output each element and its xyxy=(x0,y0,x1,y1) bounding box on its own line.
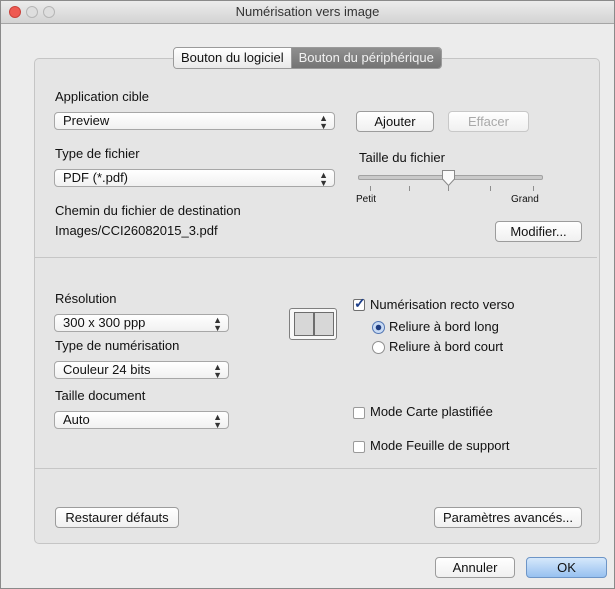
long-edge-radio[interactable] xyxy=(372,321,385,334)
target-app-select[interactable]: Preview ▲ ▼ xyxy=(54,112,335,131)
duplex-pages-icon xyxy=(289,308,337,340)
resolution-select[interactable]: 300 x 300 ppp ▲ ▼ xyxy=(54,314,229,333)
file-type-label: Type de fichier xyxy=(55,146,140,161)
long-edge-label: Reliure à bord long xyxy=(389,319,499,334)
slider-tick xyxy=(533,186,534,191)
file-size-label: Taille du fichier xyxy=(359,150,445,165)
modify-path-button[interactable]: Modifier... xyxy=(495,221,582,242)
document-size-value: Auto xyxy=(63,412,90,427)
short-edge-label: Reliure à bord court xyxy=(389,339,504,354)
short-edge-radio[interactable] xyxy=(372,341,385,354)
scan-type-label: Type de numérisation xyxy=(55,338,180,353)
file-type-select[interactable]: PDF (*.pdf) ▲ ▼ xyxy=(54,169,335,188)
select-arrows-icon: ▲ ▼ xyxy=(319,113,328,131)
plastic-card-checkbox[interactable] xyxy=(353,407,365,419)
document-size-select[interactable]: Auto ▲ ▼ xyxy=(54,411,229,430)
add-app-button[interactable]: Ajouter xyxy=(356,111,434,132)
duplex-label: Numérisation recto verso xyxy=(370,297,515,312)
destination-path: Images/CCI26082015_3.pdf xyxy=(55,223,218,238)
slider-tick xyxy=(370,186,371,191)
section-divider xyxy=(35,468,597,469)
carrier-sheet-checkbox[interactable] xyxy=(353,441,365,453)
carrier-sheet-label: Mode Feuille de support xyxy=(370,438,510,453)
window-title: Numérisation vers image xyxy=(235,4,380,19)
slider-knob-icon[interactable] xyxy=(441,169,456,187)
slider-tick xyxy=(490,186,491,191)
restore-defaults-button[interactable]: Restaurer défauts xyxy=(55,507,179,528)
plastic-card-label: Mode Carte plastifiée xyxy=(370,404,493,419)
cancel-button[interactable]: Annuler xyxy=(435,557,515,578)
document-size-label: Taille document xyxy=(55,388,146,403)
file-size-min-label: Petit xyxy=(356,194,377,205)
tab-software-button[interactable]: Bouton du logiciel xyxy=(174,48,292,68)
file-type-value: PDF (*.pdf) xyxy=(63,170,129,185)
select-arrows-icon: ▲ ▼ xyxy=(213,362,222,380)
tab-bar: Bouton du logiciel Bouton du périphériqu… xyxy=(173,47,442,69)
target-app-value: Preview xyxy=(63,113,110,128)
slider-tick xyxy=(409,186,410,191)
tab-device-button[interactable]: Bouton du périphérique xyxy=(291,48,441,68)
ok-button[interactable]: OK xyxy=(526,557,607,578)
target-app-label: Application cible xyxy=(55,89,149,104)
scan-type-value: Couleur 24 bits xyxy=(63,362,151,377)
destination-label: Chemin du fichier de destination xyxy=(55,203,241,218)
section-divider xyxy=(35,257,597,258)
resolution-value: 300 x 300 ppp xyxy=(63,315,146,330)
scan-to-image-window: Numérisation vers image Bouton du logici… xyxy=(0,0,615,589)
select-arrows-icon: ▲ ▼ xyxy=(213,412,222,430)
remove-app-button[interactable]: Effacer xyxy=(448,111,529,132)
advanced-settings-button[interactable]: Paramètres avancés... xyxy=(434,507,582,528)
resolution-label: Résolution xyxy=(55,291,117,306)
checkmark-icon: ✓ xyxy=(354,295,366,311)
select-arrows-icon: ▲ ▼ xyxy=(213,315,222,333)
file-size-max-label: Grand xyxy=(511,194,539,205)
scan-type-select[interactable]: Couleur 24 bits ▲ ▼ xyxy=(54,361,229,380)
title-bar[interactable]: Numérisation vers image xyxy=(1,1,614,24)
duplex-checkbox[interactable]: ✓ xyxy=(353,295,366,311)
select-arrows-icon: ▲ ▼ xyxy=(319,170,328,188)
